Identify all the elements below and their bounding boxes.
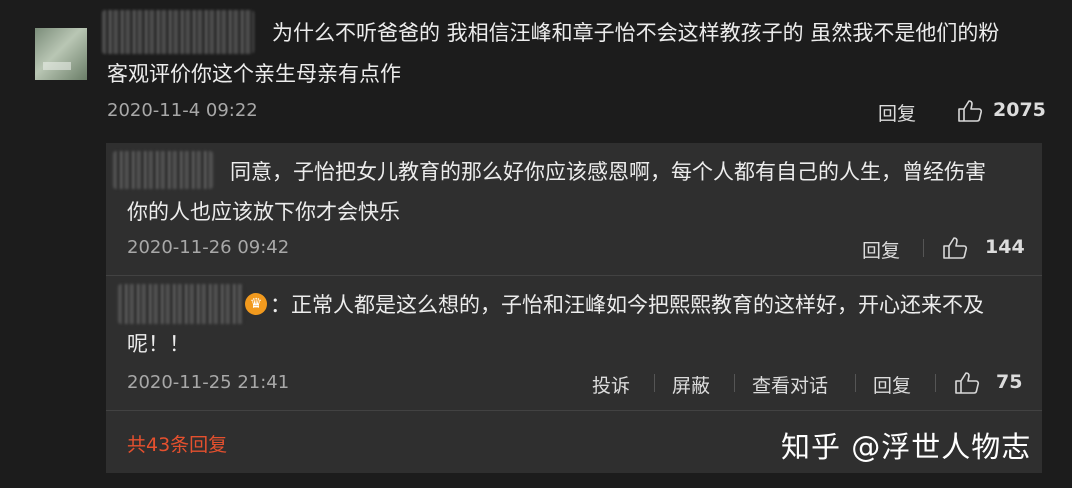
like-count: 2075 [993,99,1046,121]
more-replies-link[interactable]: 共43条回复 [127,430,227,457]
reply-timestamp: 2020-11-26 09:42 [127,237,290,258]
view-conversation-button[interactable]: 查看对话 [752,371,828,398]
reply-username-blurred[interactable] [118,284,244,324]
comment-timestamp: 2020-11-4 09:22 [107,100,258,121]
divider [106,275,1042,276]
reply-text-line2: 呢！！ [127,332,190,356]
reply-button[interactable]: 回复 [873,371,911,398]
comment-text-line1: 为什么不听爸爸的 我相信汪峰和章子怡不会这样教孩子的 虽然我不是他们的粉 [272,21,1000,45]
comment-text-line2: 客观评价你这个亲生母亲有点作 [107,62,401,86]
vip-badge-icon: ♛ [245,293,267,315]
separator [654,374,655,392]
separator [734,374,735,392]
reply-text-line1: ：正常人都是这么想的，子怡和汪峰如今把熙熙教育的这样好，开心还来不及 [270,293,984,317]
reply-text-line2: 你的人也应该放下你才会快乐 [127,200,400,224]
separator [935,374,936,392]
separator [855,374,856,392]
block-button[interactable]: 屏蔽 [672,371,710,398]
reply-username-blurred[interactable] [113,151,213,189]
thumbs-up-icon[interactable] [957,99,983,123]
separator [923,239,924,257]
thumbs-up-icon[interactable] [954,371,980,395]
divider [106,410,1042,411]
username-blurred[interactable] [102,10,254,54]
reply-timestamp: 2020-11-25 21:41 [127,372,290,393]
reply-button[interactable]: 回复 [878,99,916,126]
reply-text-line1: 同意，子怡把女儿教育的那么好你应该感恩啊，每个人都有自己的人生，曾经伤害 [230,160,986,184]
avatar[interactable] [35,28,87,80]
report-button[interactable]: 投诉 [592,371,630,398]
reply-button[interactable]: 回复 [862,236,900,263]
like-count: 75 [996,371,1023,393]
watermark: 知乎 @浮世人物志 [781,430,1032,464]
like-count: 144 [985,236,1025,258]
thumbs-up-icon[interactable] [942,236,968,260]
